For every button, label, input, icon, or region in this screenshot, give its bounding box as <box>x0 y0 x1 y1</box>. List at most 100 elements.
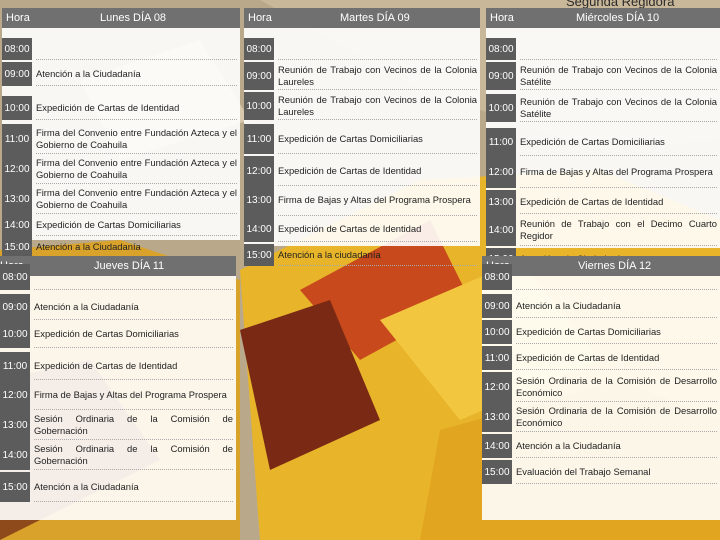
schedule-row: 12:00 Firma del Convenio entre Fundación … <box>2 154 240 184</box>
time-slot: 11:00 <box>244 124 274 154</box>
schedule-row: 10:00 Expedición de Cartas Domiciliarias <box>482 320 720 344</box>
schedule-row: 13:00 Expedición de Cartas de Identidad <box>486 190 720 214</box>
schedule-row: 12:00 Sesión Ordinaria de la Comisión de … <box>482 372 720 402</box>
time-slot: 12:00 <box>486 156 516 188</box>
time-slot: 15:00 <box>0 472 30 502</box>
activity-text: Atención a la Ciudadanía <box>34 472 233 502</box>
schedule-row: 14:00 Expedición de Cartas de Identidad <box>244 216 480 242</box>
schedule-row: 13:00 Sesión Ordinaria de la Comisión de … <box>0 410 236 440</box>
time-slot: 13:00 <box>244 184 274 216</box>
time-slot: 14:00 <box>486 214 516 246</box>
time-column-header: Hora <box>490 12 514 24</box>
schedule-row: 10:00 Reunión de Trabajo con Vecinos de l… <box>486 94 720 122</box>
time-slot: 14:00 <box>0 440 30 470</box>
time-slot: 10:00 <box>0 320 30 348</box>
schedule-row: 10:00 Expedición de Cartas de Identidad <box>2 96 240 120</box>
schedule-row: 08:00 <box>0 264 236 290</box>
activity-text: Firma del Convenio entre Fundación Aztec… <box>36 124 237 154</box>
schedule-row: 08:00 <box>2 38 240 60</box>
schedule-row: 14:00 Reunión de Trabajo con el Decimo Cu… <box>486 214 720 246</box>
activity-text: Atención a la ciudadanía <box>278 244 477 266</box>
time-slot: 08:00 <box>2 38 32 60</box>
activity-text: Reunión de Trabajo con Vecinos de la Col… <box>278 92 477 120</box>
time-slot: 08:00 <box>482 264 512 290</box>
activity-text: Sesión Ordinaria de la Comisión de Desar… <box>516 402 717 432</box>
time-slot: 13:00 <box>482 402 512 432</box>
schedule-row: 13:00 Firma del Convenio entre Fundación … <box>2 184 240 214</box>
schedule-row: 15:00Atención a la Ciudadanía <box>2 236 240 258</box>
day-panel: HoraViernes DÍA 1208:0009:00Atención a l… <box>482 256 720 520</box>
activity-text: Atención a la Ciudadanía <box>36 236 237 258</box>
time-slot: 10:00 <box>244 92 274 120</box>
activity-text: Atención a la Ciudadanía <box>516 294 717 318</box>
activity-text: Reunión de Trabajo con Vecinos de la Col… <box>520 62 717 90</box>
time-slot: 09:00 <box>244 62 274 90</box>
schedule-row: 11:00 Firma del Convenio entre Fundación … <box>2 124 240 154</box>
activity-text: Sesión Ordinaria de la Comisión de Gober… <box>34 410 233 440</box>
activity-text: Reunión de Trabajo con el Decimo Cuarto … <box>520 214 717 246</box>
activity-text: Expedición de Cartas de Identidad <box>278 216 477 242</box>
schedule-row: 14:00 Sesión Ordinaria de la Comisión de … <box>0 440 236 470</box>
schedule-row: 09:00 Reunión de Trabajo con Vecinos de l… <box>244 62 480 90</box>
schedule-row: 09:00 Atención a la Ciudadanía <box>2 62 240 86</box>
day-title: Lunes DÍA 08 <box>100 12 167 24</box>
activity-text: Expedición de Cartas Domiciliarias <box>520 128 717 156</box>
activity-text: Expedición de Cartas Domiciliarias <box>278 124 477 154</box>
schedule-row: 12:00 Expedición de Cartas de Identidad <box>244 156 480 186</box>
activity-text: Expedición de Cartas Domiciliarias <box>516 320 717 344</box>
time-slot: 13:00 <box>0 410 30 440</box>
time-slot: 11:00 <box>0 352 30 380</box>
schedule-row: 15:00Atención a la Ciudadanía <box>0 472 236 502</box>
schedule-row: 08:00 <box>486 38 720 60</box>
day-header: Hora Martes DÍA 09 <box>244 8 480 28</box>
schedule-row: 11:00 Expedición de Cartas de Identidad <box>482 346 720 370</box>
schedule-row: 10:00 Expedición de Cartas Domiciliarias <box>0 320 236 348</box>
time-slot: 11:00 <box>486 128 516 156</box>
schedule-row: 09:00 Atención a la Ciudadanía <box>482 294 720 318</box>
activity-text: Expedición de Cartas de Identidad <box>36 96 237 120</box>
time-slot: 08:00 <box>244 38 274 60</box>
day-title: Martes DÍA 09 <box>340 12 410 24</box>
activity-text: Expedición de Cartas Domiciliarias <box>36 214 237 236</box>
schedule-row: 11:00 Expedición de Cartas Domiciliarias <box>486 128 720 156</box>
activity-text: Firma de Bajas y Altas del Programa Pros… <box>520 156 717 188</box>
time-slot: 14:00 <box>482 434 512 458</box>
time-slot: 15:00 <box>2 236 32 258</box>
schedule-row: 09:00 Reunión de Trabajo con Vecinos de l… <box>486 62 720 90</box>
time-slot: 12:00 <box>244 156 274 186</box>
activity-text <box>278 38 477 60</box>
activity-text: Firma de Bajas y Altas del Programa Pros… <box>34 380 233 410</box>
schedule-row: 11:00 Expedición de Cartas Domiciliarias <box>244 124 480 154</box>
time-slot: 10:00 <box>2 96 32 120</box>
time-slot: 13:00 <box>486 190 516 214</box>
activity-text: Sesión Ordinaria de la Comisión de Desar… <box>516 372 717 402</box>
activity-text: Expedición de Cartas de Identidad <box>516 346 717 370</box>
time-slot: 08:00 <box>0 264 30 290</box>
activity-text: Expedición de Cartas Domiciliarias <box>34 320 233 348</box>
time-slot: 14:00 <box>244 216 274 242</box>
activity-text: Firma de Bajas y Altas del Programa Pros… <box>278 184 477 216</box>
activity-text: Expedición de Cartas de Identidad <box>34 352 233 380</box>
time-slot: 15:00 <box>244 244 274 266</box>
schedule-row: 08:00 <box>244 38 480 60</box>
schedule-row: 14:00 Atención a la Ciudadanía <box>482 434 720 458</box>
activity-text: Atención a la Ciudadanía <box>516 434 717 458</box>
time-slot: 08:00 <box>486 38 516 60</box>
time-slot: 12:00 <box>482 372 512 402</box>
activity-text <box>520 38 717 60</box>
time-slot: 09:00 <box>482 294 512 318</box>
time-column-header: Hora <box>6 12 30 24</box>
schedule-row: 12:00 Firma de Bajas y Altas del Programa… <box>0 380 236 410</box>
day-panel: HoraJueves DÍA 1108:0009:00Atención a la… <box>0 256 236 520</box>
time-slot: 15:00 <box>482 460 512 484</box>
time-slot: 12:00 <box>2 154 32 184</box>
time-slot: 14:00 <box>2 214 32 236</box>
schedule-row: 12:00 Firma de Bajas y Altas del Programa… <box>486 156 720 188</box>
activity-text: Firma del Convenio entre Fundación Aztec… <box>36 154 237 184</box>
schedule-row: 09:00 Atención a la Ciudadanía <box>0 294 236 320</box>
time-slot: 13:00 <box>2 184 32 214</box>
activity-text: Atención a la Ciudadanía <box>36 62 237 86</box>
time-slot: 11:00 <box>482 346 512 370</box>
schedule-row: 15:00 Atención a la ciudadanía <box>244 244 480 266</box>
schedule-row: 13:00 Firma de Bajas y Altas del Programa… <box>244 184 480 216</box>
